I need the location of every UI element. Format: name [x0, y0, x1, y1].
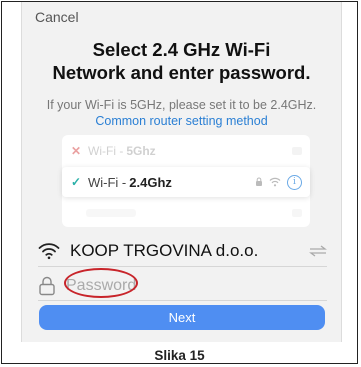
password-input[interactable]: [66, 277, 206, 295]
wifi-row-24ghz: ✓ Wi-Fi - 2.4Ghz i: [62, 167, 310, 197]
placeholder-icon: [292, 147, 302, 155]
password-field: [38, 268, 327, 301]
info-icon: i: [287, 174, 302, 190]
wifi-row-placeholder: [62, 199, 310, 227]
cross-icon: ✕: [70, 144, 82, 158]
subtitle-text: If your Wi-Fi is 5GHz, please set it to …: [46, 98, 317, 112]
lock-icon: [256, 177, 262, 186]
ssid-field[interactable]: KOOP TRGOVINA d.o.o.: [38, 236, 327, 267]
figure-caption: Slika 15: [154, 348, 205, 363]
wifi-prefix: Wi-Fi -: [88, 144, 124, 158]
figure-frame: Cancel Select 2.4 GHz Wi-Fi Network and …: [1, 1, 358, 364]
placeholder-bar: [86, 209, 136, 217]
page-subtitle: If your Wi-Fi is 5GHz, please set it to …: [30, 97, 333, 129]
ssid-value: KOOP TRGOVINA d.o.o.: [70, 241, 259, 260]
router-setting-link[interactable]: Common router setting method: [95, 114, 267, 128]
wifi-band: 5Ghz: [126, 144, 156, 158]
cancel-button[interactable]: Cancel: [35, 9, 79, 25]
wifi-band-illustration: ✕ Wi-Fi - 5Ghz ✓ Wi-Fi - 2.4Ghz i: [62, 135, 310, 227]
next-button[interactable]: Next: [39, 305, 325, 330]
page-title: Select 2.4 GHz Wi-Fi Network and enter p…: [22, 38, 341, 84]
wifi-signal-icon: [269, 177, 281, 187]
placeholder-icon: [292, 209, 302, 217]
wifi-band: 2.4Ghz: [129, 174, 172, 190]
wifi-row-5ghz: ✕ Wi-Fi - 5Ghz: [62, 137, 310, 165]
switch-network-icon[interactable]: [309, 245, 327, 257]
lock-icon: [39, 276, 55, 296]
phone-screen: Cancel Select 2.4 GHz Wi-Fi Network and …: [21, 2, 342, 342]
title-line-1: Select 2.4 GHz Wi-Fi: [92, 39, 271, 60]
wifi-icon: [38, 243, 60, 260]
wifi-prefix: Wi-Fi -: [88, 174, 127, 190]
check-icon: ✓: [70, 175, 82, 189]
title-line-2: Network and enter password.: [52, 62, 311, 83]
